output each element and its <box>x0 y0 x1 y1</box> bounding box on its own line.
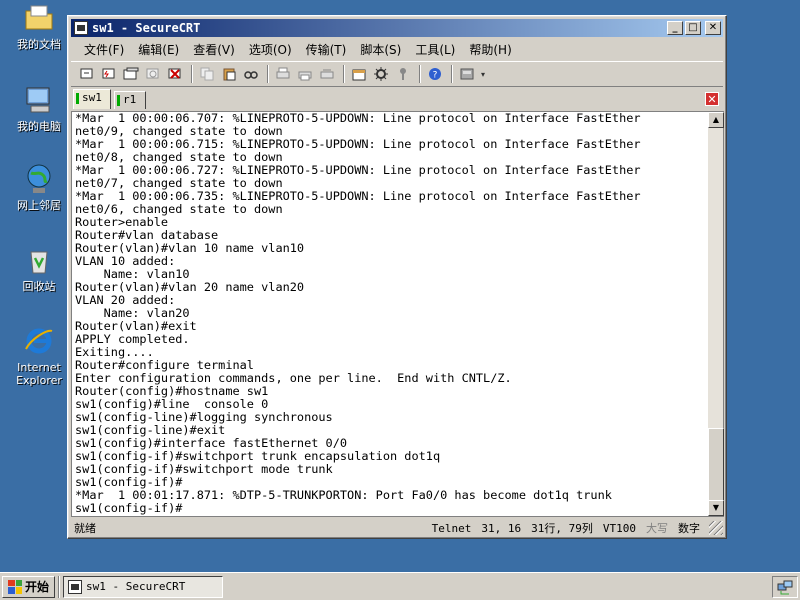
title-bar[interactable]: sw1 - SecureCRT _ □ ✕ <box>71 19 723 37</box>
system-tray <box>772 575 798 598</box>
status-cursor-position: 31, 16 <box>481 521 522 535</box>
toolbar-separator <box>191 65 193 83</box>
reconnect-icon[interactable] <box>143 64 163 84</box>
terminal-output[interactable]: *Mar 1 00:00:06.707: %LINEPROTO-5-UPDOWN… <box>71 111 708 517</box>
toolbar-separator <box>343 65 345 83</box>
securecrt-window: sw1 - SecureCRT _ □ ✕ 文件(F) 编辑(E) 查看(V) … <box>67 15 727 539</box>
scroll-down-icon[interactable]: ▼ <box>708 500 724 516</box>
terminal-line: sw1(config-if)# <box>75 501 183 515</box>
status-bar: 就绪 Telnet 31, 16 31行, 79列 VT100 大写 数字 <box>71 519 723 537</box>
close-tab-icon[interactable]: ✕ <box>705 92 719 106</box>
securecrt-app-icon <box>68 579 83 594</box>
toolbar: ? ▾ <box>71 61 723 87</box>
toolbar-chevron-icon[interactable]: ▾ <box>479 64 487 84</box>
toolbar-separator <box>267 65 269 83</box>
menu-view[interactable]: 查看(V) <box>186 41 242 58</box>
taskbar-button-label: sw1 - SecureCRT <box>86 580 186 593</box>
desktop-icon-label: Internet Explorer <box>16 361 62 387</box>
menu-edit[interactable]: 编辑(E) <box>131 41 186 58</box>
menu-help[interactable]: 帮助(H) <box>462 41 518 58</box>
connect-icon[interactable] <box>77 64 97 84</box>
copy-icon[interactable] <box>197 64 217 84</box>
keymap-icon[interactable] <box>393 64 413 84</box>
desktop-icon-recycle-bin[interactable]: 回收站 <box>8 244 70 293</box>
close-button[interactable]: ✕ <box>705 21 721 35</box>
securecrt-app-icon <box>74 21 88 35</box>
windows-logo-icon <box>8 579 22 594</box>
taskbar-button-securecrt[interactable]: sw1 - SecureCRT <box>63 575 224 598</box>
maximize-button[interactable]: □ <box>685 21 701 35</box>
scrollbar-thumb[interactable] <box>708 428 724 502</box>
help-icon[interactable]: ? <box>425 64 445 84</box>
menu-tools[interactable]: 工具(L) <box>408 41 462 58</box>
connected-status-indicator <box>76 93 79 104</box>
vertical-scrollbar[interactable]: ▲ ▼ <box>708 111 724 517</box>
menu-bar: 文件(F) 编辑(E) 查看(V) 选项(O) 传输(T) 脚本(S) 工具(L… <box>71 39 723 59</box>
taskbar: 开始 sw1 - SecureCRT <box>0 572 800 600</box>
paste-icon[interactable] <box>219 64 239 84</box>
taskbar-separator <box>58 575 61 598</box>
print-selection-icon[interactable] <box>295 64 315 84</box>
internet-explorer-icon <box>23 325 55 357</box>
scroll-up-icon[interactable]: ▲ <box>708 112 724 128</box>
menu-options[interactable]: 选项(O) <box>242 41 299 58</box>
folder-icon <box>23 2 55 34</box>
toolbar-separator <box>451 65 453 83</box>
disconnect-icon[interactable] <box>165 64 185 84</box>
find-icon[interactable] <box>241 64 261 84</box>
desktop-icon-label: 回收站 <box>22 280 56 293</box>
window-title: sw1 - SecureCRT <box>92 21 201 35</box>
menu-script[interactable]: 脚本(S) <box>353 41 408 58</box>
computer-icon <box>23 84 55 116</box>
minimize-button[interactable]: _ <box>667 21 683 35</box>
tab-label: sw1 <box>82 91 102 104</box>
desktop-icon-internet-explorer[interactable]: Internet Explorer <box>8 325 70 387</box>
connected-status-indicator <box>117 95 120 106</box>
session-tab-bar: sw1 r1 ✕ <box>71 89 723 109</box>
global-options-icon[interactable] <box>371 64 391 84</box>
status-ready: 就绪 <box>74 522 96 535</box>
tab-label: r1 <box>123 93 137 106</box>
session-options-icon[interactable] <box>349 64 369 84</box>
desktop-icon-label: 我的文档 <box>17 38 61 51</box>
menu-transfer[interactable]: 传输(T) <box>299 41 354 58</box>
recycle-bin-icon <box>23 244 55 276</box>
menu-file[interactable]: 文件(F) <box>77 41 131 58</box>
desktop-icon-network[interactable]: 网上邻居 <box>8 163 70 212</box>
start-button[interactable]: 开始 <box>2 575 56 598</box>
network-tray-icon[interactable] <box>777 579 793 595</box>
print-icon[interactable] <box>273 64 293 84</box>
desktop-icon-my-computer[interactable]: 我的电脑 <box>8 84 70 133</box>
toolbar-separator <box>419 65 421 83</box>
svg-text:?: ? <box>433 71 438 81</box>
status-protocol: Telnet <box>431 521 472 535</box>
print-setup-icon[interactable] <box>317 64 337 84</box>
resize-grip-icon[interactable] <box>709 521 723 535</box>
status-rows-cols: 31行, 79列 <box>531 522 593 535</box>
tab-sw1[interactable]: sw1 <box>73 89 111 109</box>
quick-connect-icon[interactable] <box>99 64 119 84</box>
sftp-icon[interactable] <box>457 64 477 84</box>
desktop-icon-label: 网上邻居 <box>17 199 61 212</box>
status-terminal-type: VT100 <box>602 521 636 535</box>
globe-network-icon <box>23 163 55 195</box>
desktop-icon-my-documents[interactable]: 我的文档 <box>8 2 70 51</box>
desktop-icon-label: 我的电脑 <box>17 120 61 133</box>
start-label: 开始 <box>25 580 50 594</box>
terminal-line: APPLY completed. <box>75 332 190 346</box>
status-caps-lock: 大写 <box>646 522 668 535</box>
connect-in-tab-icon[interactable] <box>121 64 141 84</box>
tab-r1[interactable]: r1 <box>114 91 146 109</box>
status-num-lock: 数字 <box>678 522 700 535</box>
